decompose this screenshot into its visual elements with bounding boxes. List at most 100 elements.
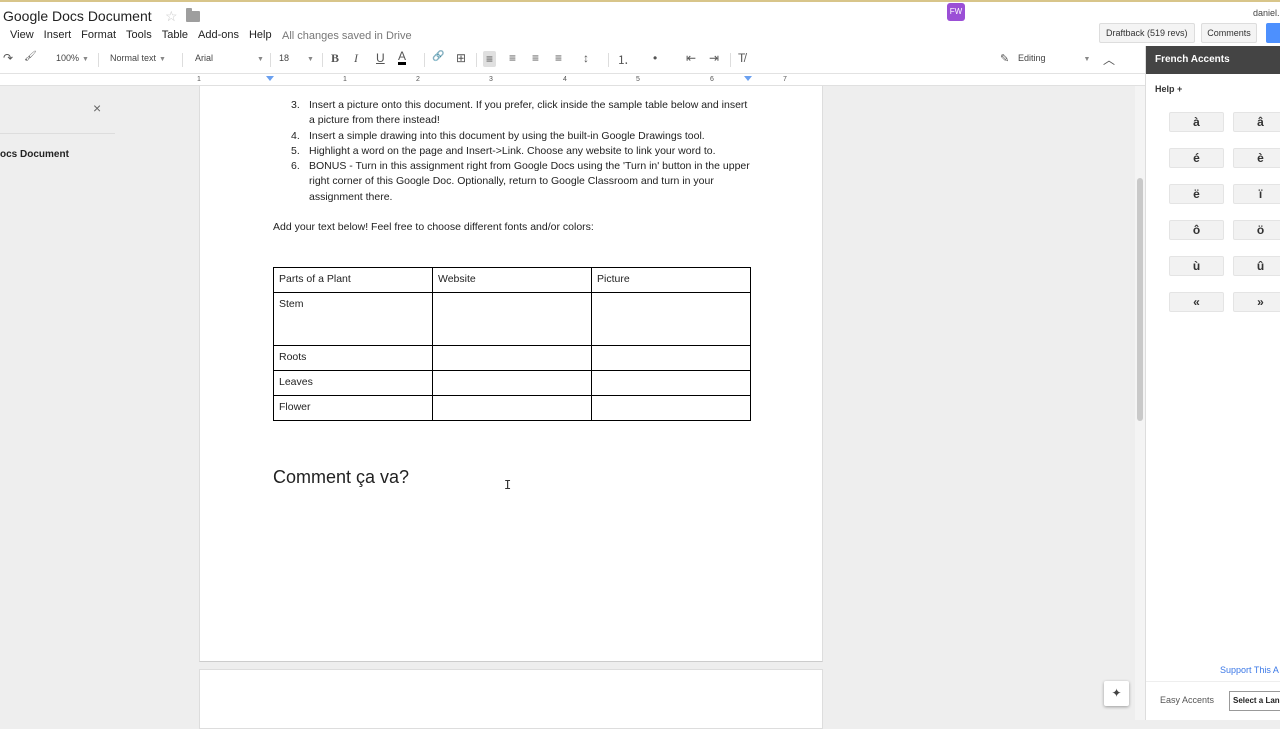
ruler-track[interactable]: 1 1 2 3 4 5 6 7 xyxy=(197,76,821,84)
bold-button[interactable]: B xyxy=(331,51,339,66)
list-item[interactable]: 5. Highlight a word on the page and Inse… xyxy=(291,144,751,159)
ruler-number: 2 xyxy=(416,76,420,83)
accent-button[interactable]: « xyxy=(1169,292,1224,312)
french-accents-sidebar: French Accents Help + à â é è ë ï ô ö ù … xyxy=(1145,46,1280,720)
paint-format-icon[interactable]: 🖌 xyxy=(24,51,37,62)
font-select[interactable]: Arial ▼ xyxy=(195,53,264,63)
draftback-button[interactable]: Draftback (519 revs) xyxy=(1099,23,1195,43)
align-left-icon[interactable]: ≡ xyxy=(483,51,497,67)
close-icon[interactable]: × xyxy=(93,100,101,116)
outline-item[interactable]: ocs Document xyxy=(0,149,69,160)
table-header-cell[interactable]: Picture xyxy=(591,267,751,293)
accent-button[interactable]: é xyxy=(1169,148,1224,168)
accent-button[interactable]: à xyxy=(1169,112,1224,132)
clear-formatting-icon[interactable]: T̸ xyxy=(738,51,745,65)
table-cell[interactable] xyxy=(432,370,592,396)
link-icon[interactable]: 🔗 xyxy=(432,51,444,62)
underline-button[interactable]: U xyxy=(376,51,385,65)
outdent-icon[interactable]: ⇤ xyxy=(686,51,696,65)
chevron-down-icon: ▼ xyxy=(82,56,89,63)
table-cell[interactable] xyxy=(432,395,592,421)
menu-table[interactable]: Table xyxy=(162,29,188,41)
table-cell[interactable] xyxy=(591,370,751,396)
accent-button[interactable]: â xyxy=(1233,112,1280,132)
language-select[interactable]: Select a Lan xyxy=(1229,691,1280,711)
table-cell[interactable]: Flower xyxy=(273,395,433,421)
table-cell[interactable]: Leaves xyxy=(273,370,433,396)
table-cell[interactable]: Roots xyxy=(273,345,433,371)
italic-button[interactable]: I xyxy=(354,51,358,66)
editing-mode-select[interactable]: Editing ▼ xyxy=(1018,53,1090,63)
star-icon[interactable]: ☆ xyxy=(165,8,178,25)
font-value: Arial xyxy=(195,53,214,63)
menu-bar: View Insert Format Tools Table Add-ons H… xyxy=(10,29,282,41)
line-spacing-icon[interactable]: ↕ xyxy=(583,51,589,65)
insert-comment-icon[interactable]: ⊞ xyxy=(456,51,466,65)
table-row: Roots xyxy=(273,345,751,371)
align-right-icon[interactable]: ≡ xyxy=(532,51,539,65)
list-item[interactable]: 4. Insert a simple drawing into this doc… xyxy=(291,129,751,144)
help-toggle[interactable]: Help + xyxy=(1155,84,1182,94)
collapse-menus-icon[interactable]: ︿ xyxy=(1103,51,1115,68)
list-item-text: Insert a picture onto this document. If … xyxy=(309,99,748,127)
accent-button[interactable]: ô xyxy=(1169,220,1224,240)
accent-button[interactable]: ù xyxy=(1169,256,1224,276)
menu-tools[interactable]: Tools xyxy=(126,29,152,41)
ruler-number: 1 xyxy=(343,76,347,83)
divider xyxy=(270,53,271,67)
style-select[interactable]: Normal text ▼ xyxy=(110,53,166,63)
accent-button[interactable]: ö xyxy=(1233,220,1280,240)
folder-icon[interactable] xyxy=(186,8,200,22)
scrollbar-thumb[interactable] xyxy=(1137,178,1143,421)
text-color-button[interactable]: A xyxy=(398,50,407,65)
indent-icon[interactable]: ⇥ xyxy=(709,51,719,65)
document-page[interactable]: 3. Insert a picture onto this document. … xyxy=(199,86,823,662)
redo-icon[interactable]: ↷ xyxy=(3,51,13,65)
document-page-2[interactable] xyxy=(199,669,823,729)
accent-button[interactable]: ë xyxy=(1169,184,1224,204)
menu-addons[interactable]: Add-ons xyxy=(198,29,239,41)
list-item[interactable]: 3. Insert a picture onto this document. … xyxy=(291,98,751,129)
save-status[interactable]: All changes saved in Drive xyxy=(282,30,412,42)
table-cell[interactable] xyxy=(432,345,592,371)
extension-icon[interactable]: FW xyxy=(947,3,965,21)
align-justify-icon[interactable]: ≡ xyxy=(555,51,562,65)
table-cell[interactable] xyxy=(591,345,751,371)
chevron-down-icon: ▼ xyxy=(1083,56,1091,63)
table-header-cell[interactable]: Website xyxy=(432,267,592,293)
menu-format[interactable]: Format xyxy=(81,29,116,41)
share-button[interactable] xyxy=(1266,23,1280,43)
right-indent-marker[interactable] xyxy=(744,76,752,81)
table-cell[interactable] xyxy=(591,395,751,421)
font-size-select[interactable]: 18 ▼ xyxy=(279,53,314,63)
table-cell[interactable]: Stem xyxy=(273,292,433,346)
accent-button[interactable]: » xyxy=(1233,292,1280,312)
table-cell[interactable] xyxy=(591,292,751,346)
accent-button[interactable]: û xyxy=(1233,256,1280,276)
numbered-list-icon[interactable]: ⒈ xyxy=(617,51,629,68)
menu-insert[interactable]: Insert xyxy=(44,29,72,41)
bulleted-list-icon[interactable]: • xyxy=(653,51,657,65)
body-paragraph[interactable]: Add your text below! Feel free to choose… xyxy=(273,221,594,233)
support-link[interactable]: Support This A xyxy=(1220,665,1279,675)
divider xyxy=(730,53,731,67)
comments-button[interactable]: Comments xyxy=(1201,23,1257,43)
accent-button[interactable]: è xyxy=(1233,148,1280,168)
doc-title[interactable]: Google Docs Document xyxy=(3,8,152,24)
chevron-down-icon: ▼ xyxy=(159,56,166,63)
indent-marker[interactable] xyxy=(266,76,274,81)
list-item[interactable]: 6. BONUS - Turn in this assignment right… xyxy=(291,159,751,205)
table-header-cell[interactable]: Parts of a Plant xyxy=(273,267,433,293)
align-center-icon[interactable]: ≡ xyxy=(509,51,516,65)
menu-view[interactable]: View xyxy=(10,29,34,41)
explore-button[interactable]: ✦ xyxy=(1104,681,1129,706)
menu-help[interactable]: Help xyxy=(249,29,272,41)
table-cell[interactable] xyxy=(432,292,592,346)
divider xyxy=(608,53,609,67)
divider xyxy=(1146,681,1280,682)
sidebar-title: French Accents xyxy=(1146,46,1280,74)
document-heading[interactable]: Comment ça va? xyxy=(273,467,409,488)
accent-button[interactable]: ï xyxy=(1233,184,1280,204)
user-account[interactable]: daniel. xyxy=(1253,8,1280,18)
zoom-select[interactable]: 100% ▼ xyxy=(56,53,89,63)
